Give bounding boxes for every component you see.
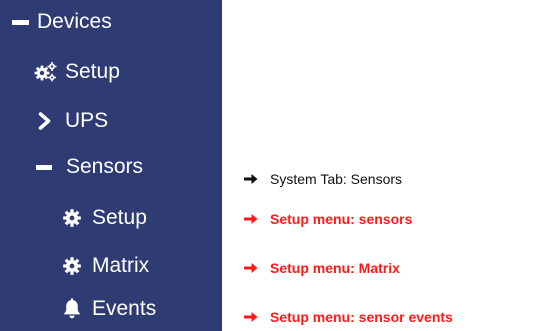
annotation-setup-matrix-text: Setup menu: Matrix	[270, 260, 400, 276]
sidebar-nav: Devices Setup UPS Sensors Setup Matrix E…	[0, 0, 222, 331]
nav-item-matrix[interactable]: Matrix	[62, 244, 149, 288]
nav-item-sensors-setup[interactable]: Setup	[62, 196, 147, 240]
nav-item-devices[interactable]: Devices	[12, 0, 112, 44]
nav-item-devices-label: Devices	[37, 10, 112, 33]
arrow-right-icon	[244, 311, 260, 323]
nav-item-sensors-setup-label: Setup	[92, 206, 147, 229]
nav-item-devices-setup[interactable]: Setup	[33, 50, 120, 94]
annotation-setup-sensors: Setup menu: sensors	[244, 208, 412, 230]
annotation-setup-sensors-text: Setup menu: sensors	[270, 211, 413, 227]
gear-icon	[62, 208, 82, 228]
minus-icon	[12, 19, 29, 25]
arrow-right-icon	[244, 213, 260, 225]
bell-icon	[62, 298, 82, 320]
nav-item-ups[interactable]: UPS	[33, 99, 108, 143]
nav-item-devices-setup-label: Setup	[65, 60, 120, 83]
nav-item-ups-label: UPS	[65, 109, 109, 132]
annotation-setup-matrix: Setup menu: Matrix	[244, 257, 400, 279]
nav-item-events[interactable]: Events	[62, 287, 156, 331]
gears-icon	[33, 61, 57, 83]
minus-icon	[36, 164, 52, 170]
annotation-sensor-events: Setup menu: sensor events	[244, 306, 453, 328]
chevron-right-icon	[33, 112, 57, 130]
gear-icon	[62, 256, 82, 276]
nav-item-sensors-label: Sensors	[66, 155, 144, 178]
annotation-system-tab: System Tab: Sensors	[244, 168, 402, 190]
annotation-system-tab-text: System Tab: Sensors	[270, 171, 403, 187]
arrow-right-icon	[244, 173, 260, 185]
annotation-sensor-events-text: Setup menu: sensor events	[270, 309, 453, 325]
nav-item-sensors[interactable]: Sensors	[36, 145, 143, 189]
arrow-right-icon	[244, 262, 260, 274]
nav-item-events-label: Events	[92, 297, 157, 320]
nav-item-matrix-label: Matrix	[92, 254, 150, 277]
